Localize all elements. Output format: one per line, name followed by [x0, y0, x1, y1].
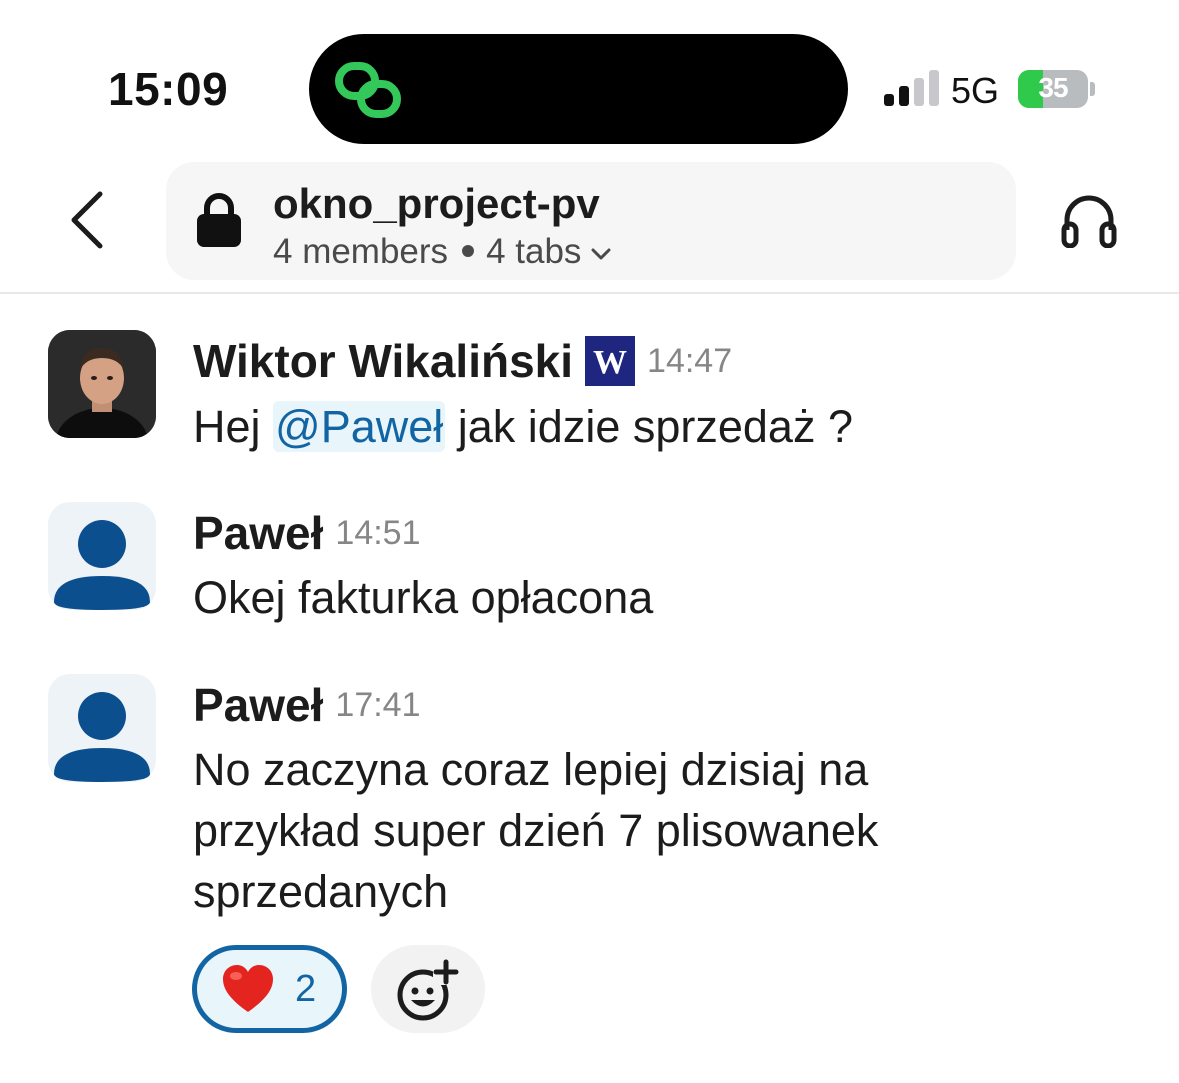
battery-indicator: 35: [1018, 70, 1096, 108]
reaction-count: 2: [295, 968, 317, 1010]
message-header: Wiktor Wikaliński W 14:47: [193, 334, 732, 388]
svg-text:W: W: [593, 344, 627, 381]
sender-name[interactable]: Paweł: [193, 507, 323, 559]
channel-header-button[interactable]: okno_project-pv 4 members 4 tabs: [166, 162, 1016, 280]
separator-dot: [462, 244, 475, 257]
link-loop-icon: [335, 62, 401, 118]
heart-emoji: [223, 965, 273, 1012]
message-time: 14:47: [647, 341, 733, 380]
avatar-pawel[interactable]: [48, 674, 156, 782]
message-text: Okej fakturka opłacona: [193, 572, 654, 623]
avatar-pawel[interactable]: [48, 502, 156, 610]
sender-name[interactable]: Wiktor Wikaliński: [193, 335, 573, 387]
slack-channel-screen: 15:09 5G 35 okno_project-pv 4 members 4 …: [0, 0, 1179, 1083]
default-user-icon: [54, 520, 150, 610]
heart-reaction-button[interactable]: 2: [192, 945, 347, 1033]
message-time: 17:41: [335, 685, 421, 724]
message-text: No zaczyna coraz lepiej dzisiaj na przyk…: [193, 744, 879, 917]
channel-meta: 4 members 4 tabs: [273, 232, 613, 272]
status-time: 15:09: [108, 63, 229, 115]
avatar-wiktor[interactable]: [48, 330, 156, 438]
user-photo-icon: [48, 330, 156, 438]
add-reaction-button[interactable]: [371, 945, 485, 1033]
message-header: Paweł 17:41: [193, 678, 421, 732]
network-type: 5G: [951, 70, 1000, 111]
chevron-left-icon[interactable]: [64, 188, 110, 252]
lock-icon: [197, 193, 241, 247]
workspace-badge: W: [585, 336, 636, 386]
add-emoji-icon: [397, 959, 459, 1021]
signal-strength-icon: [884, 70, 939, 106]
message-time: 14:51: [335, 513, 421, 552]
default-user-icon: [54, 692, 150, 782]
header-divider: [0, 292, 1179, 294]
user-mention[interactable]: @Paweł: [273, 401, 446, 452]
channel-name: okno_project-pv: [273, 180, 600, 227]
battery-level: 35: [1038, 72, 1068, 103]
chevron-down-icon: [591, 248, 611, 260]
members-count: 4 members: [273, 232, 449, 271]
message-text: Hej @Paweł jak idzie sprzedaż ?: [193, 401, 853, 452]
tabs-count: 4 tabs: [486, 232, 582, 271]
headphones-icon[interactable]: [1060, 192, 1118, 248]
dynamic-island: [309, 34, 848, 144]
message-header: Paweł 14:51: [193, 506, 421, 560]
sender-name[interactable]: Paweł: [193, 679, 323, 731]
